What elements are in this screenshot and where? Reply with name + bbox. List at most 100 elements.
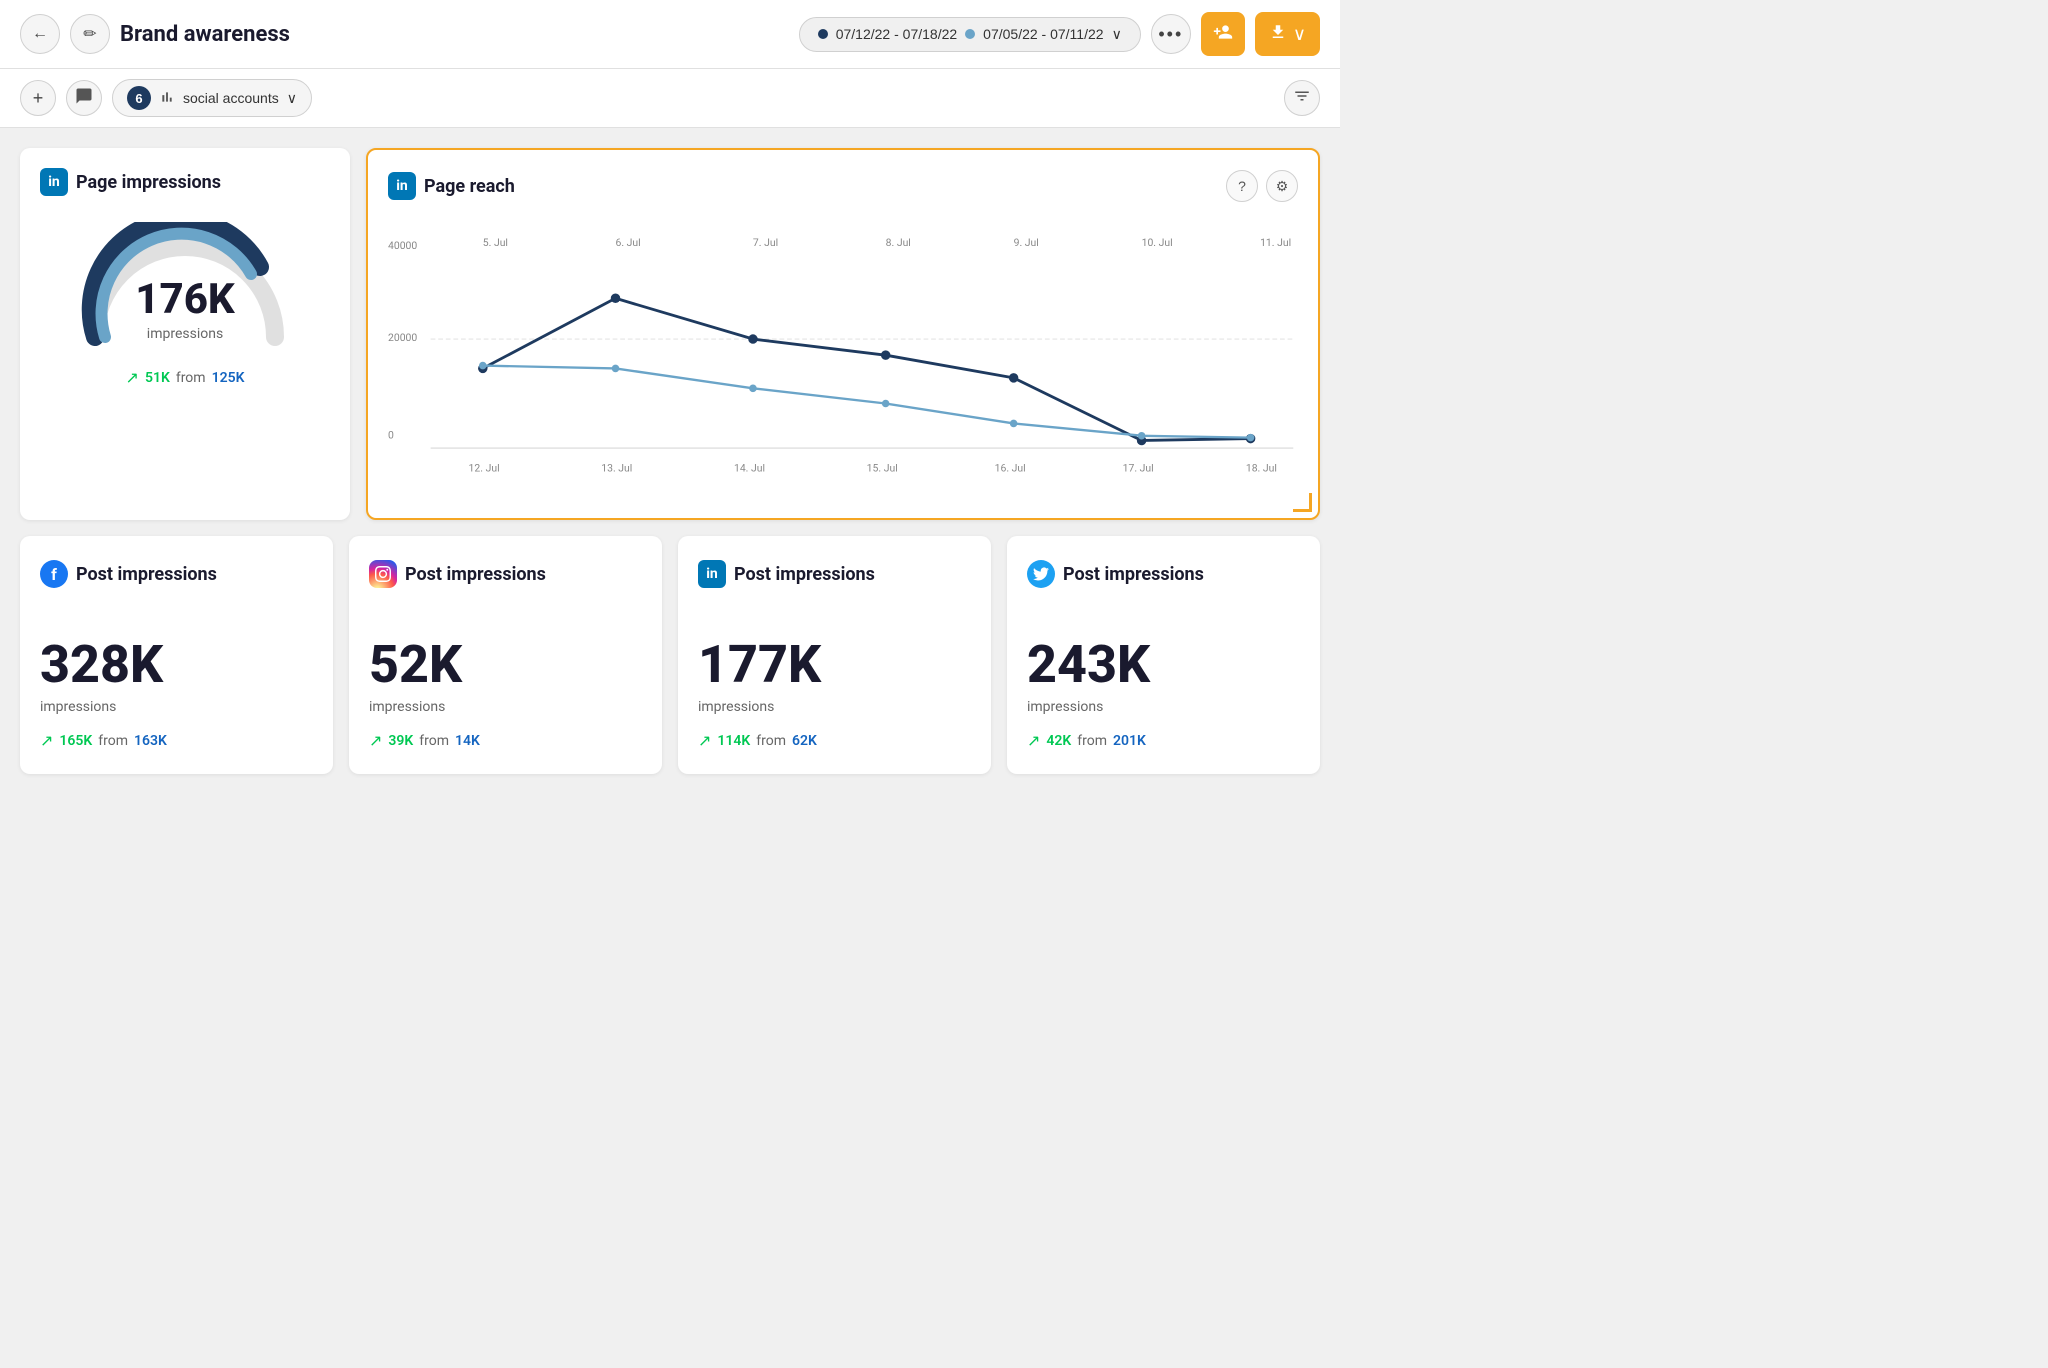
gauge-value: 176K impressions (135, 275, 234, 342)
fb-post-impressions-card: f Post impressions 328K impressions ↗ 16… (20, 536, 333, 774)
page-title: Brand awareness (120, 22, 290, 47)
s2-dot-3 (749, 385, 757, 393)
ig-card-header: Post impressions (369, 560, 642, 588)
add-user-button[interactable] (1201, 12, 1245, 56)
header: ← ✏ Brand awareness 07/12/22 - 07/18/22 … (0, 0, 1340, 69)
page-reach-header: in Page reach ? ⚙ (388, 170, 1298, 202)
edit-button[interactable]: ✏ (70, 14, 110, 54)
s1-dot-4 (881, 350, 890, 359)
tw-from-label: from (1077, 733, 1107, 749)
change-from-label: from (176, 370, 206, 386)
s1-dot-3 (748, 334, 757, 343)
back-button[interactable]: ← (20, 14, 60, 54)
impressions-change: ↗ 51K from 125K (126, 368, 245, 387)
ig-prev-val: 14K (455, 733, 480, 749)
fb-prev-val: 163K (134, 733, 167, 749)
tw-metric-value: 243K (1027, 634, 1300, 695)
settings-button[interactable]: ⚙ (1266, 170, 1298, 202)
help-button[interactable]: ? (1226, 170, 1258, 202)
x-bot-label-3: 14. Jul (734, 462, 765, 475)
page-impressions-card: in Page impressions 176K impressions (20, 148, 350, 520)
linkedin-label: in (48, 174, 60, 190)
ig-change-val: 39K (388, 733, 413, 749)
x-top-label-7: 11. Jul (1260, 236, 1291, 249)
li-card-title: Post impressions (734, 564, 875, 585)
chevron-down-icon: ∨ (1293, 24, 1306, 45)
ig-post-impressions-card: Post impressions 52K impressions ↗ 39K f… (349, 536, 662, 774)
prev-date-range: 07/05/22 - 07/11/22 (983, 26, 1103, 42)
x-bot-label-5: 16. Jul (995, 462, 1026, 475)
impressions-unit: impressions (135, 326, 234, 342)
main-content: in Page impressions 176K impressions (0, 128, 1340, 794)
current-date-dot (818, 29, 828, 39)
li-prev-val: 62K (792, 733, 817, 749)
accounts-count-badge: 6 (127, 86, 151, 110)
page-reach-card: in Page reach ? ⚙ 40000 20000 0 (366, 148, 1320, 520)
y-label-0: 0 (388, 429, 394, 442)
change-value: 51K (145, 370, 170, 386)
accounts-label: social accounts (183, 90, 279, 106)
back-icon: ← (32, 25, 48, 43)
fb-up-arrow-icon: ↗ (40, 731, 53, 750)
ig-metric-change: ↗ 39K from 14K (369, 731, 642, 750)
reach-chart-svg: 40000 20000 0 5. Jul 6. Jul 7. Jul 8. Ju… (388, 218, 1298, 498)
series1-line (483, 298, 1251, 440)
gauge-wrapper: 176K impressions (75, 222, 295, 342)
s2-dot-2 (612, 365, 620, 373)
tw-up-arrow-icon: ↗ (1027, 731, 1040, 750)
y-label-40k: 40000 (388, 239, 417, 252)
bar-chart-icon (159, 89, 175, 108)
page-reach-title: Page reach (424, 176, 515, 197)
twitter-icon (1027, 560, 1055, 588)
li-up-arrow-icon: ↗ (698, 731, 711, 750)
fb-card-header: f Post impressions (40, 560, 313, 588)
li-metric-label: impressions (698, 699, 971, 715)
s2-dot-7 (1247, 434, 1255, 442)
social-accounts-button[interactable]: 6 social accounts ∨ (112, 79, 312, 117)
comments-button[interactable] (66, 80, 102, 116)
x-top-label-3: 7. Jul (753, 236, 778, 249)
s2-dot-4 (882, 400, 890, 408)
ig-metric-value: 52K (369, 634, 642, 695)
tw-metric-label: impressions (1027, 699, 1300, 715)
x-top-label-4: 8. Jul (886, 236, 911, 249)
filter-button[interactable] (1284, 80, 1320, 116)
tw-card-title: Post impressions (1063, 564, 1204, 585)
date-range-button[interactable]: 07/12/22 - 07/18/22 07/05/22 - 07/11/22 … (799, 17, 1141, 52)
accounts-chevron-icon: ∨ (287, 90, 297, 107)
help-icon: ? (1238, 178, 1246, 194)
x-top-label-2: 6. Jul (616, 236, 641, 249)
s1-dot-5 (1009, 373, 1018, 382)
post-impressions-row: f Post impressions 328K impressions ↗ 16… (20, 536, 1320, 774)
x-bot-label-4: 15. Jul (867, 462, 898, 475)
download-icon (1269, 23, 1287, 46)
fb-card-title: Post impressions (76, 564, 217, 585)
li-metric-value: 177K (698, 634, 971, 695)
prev-date-dot (965, 29, 975, 39)
download-button[interactable]: ∨ (1255, 12, 1320, 56)
s2-dot-5 (1010, 420, 1018, 428)
chevron-down-icon: ∨ (1112, 26, 1122, 43)
x-top-label-1: 5. Jul (483, 236, 508, 249)
tw-card-header: Post impressions (1027, 560, 1300, 588)
page-reach-chart: 40000 20000 0 5. Jul 6. Jul 7. Jul 8. Ju… (388, 218, 1298, 498)
x-bot-label-6: 17. Jul (1123, 462, 1154, 475)
series2-line (483, 366, 1251, 438)
tw-metric-change: ↗ 42K from 201K (1027, 731, 1300, 750)
more-icon: ••• (1158, 24, 1183, 45)
linkedin-reach-icon: in (388, 172, 416, 200)
filter-icon (1293, 87, 1311, 110)
tw-prev-val: 201K (1113, 733, 1146, 749)
x-bot-label-2: 13. Jul (601, 462, 632, 475)
tw-change-val: 42K (1046, 733, 1071, 749)
page-impressions-header: in Page impressions (40, 168, 330, 196)
fb-metric-change: ↗ 165K from 163K (40, 731, 313, 750)
x-top-label-6: 10. Jul (1142, 236, 1173, 249)
add-widget-button[interactable]: + (20, 80, 56, 116)
li-post-impressions-card: in Post impressions 177K impressions ↗ 1… (678, 536, 991, 774)
instagram-icon (369, 560, 397, 588)
edit-icon: ✏ (83, 24, 96, 44)
gear-icon: ⚙ (1276, 178, 1289, 195)
page-impressions-title: Page impressions (76, 172, 221, 193)
more-options-button[interactable]: ••• (1151, 14, 1191, 54)
